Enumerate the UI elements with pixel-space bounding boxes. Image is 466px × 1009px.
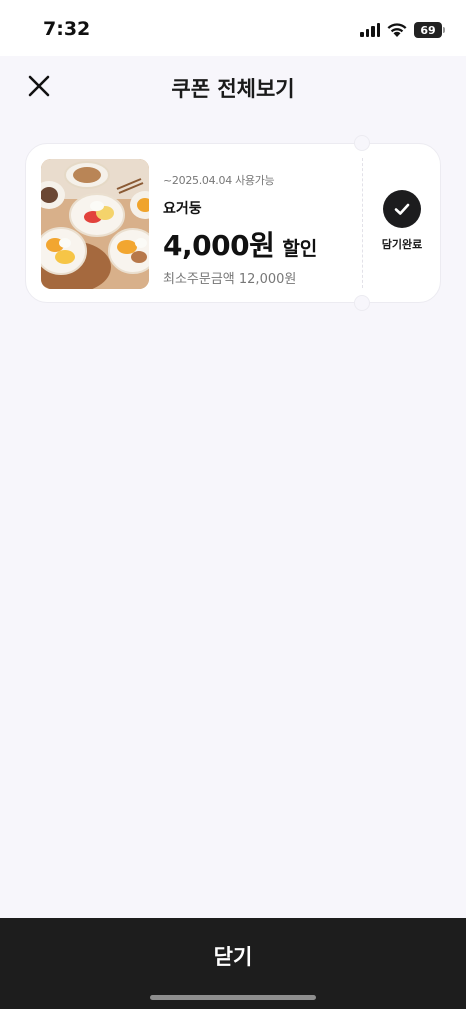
wifi-icon [387, 23, 407, 37]
page-title: 쿠폰 전체보기 [171, 77, 295, 101]
food-photo [41, 159, 149, 289]
close-bottom-button[interactable]: 닫기 [0, 918, 466, 1009]
coupon-min-order: 최소주문금액 12,000원 [163, 272, 297, 287]
coupon-info: ~2025.04.04 사용가능 요거둥 4,000원 할인 최소주문금액 12… [163, 172, 353, 287]
coupon-download-status[interactable]: 담기완료 [370, 144, 442, 304]
coupon-divider [362, 158, 363, 288]
coupon-notch-bottom [354, 295, 370, 311]
battery-icon: 69 [414, 22, 445, 38]
check-icon [383, 190, 421, 228]
coupon-discount: 4,000원 할인 [163, 224, 353, 264]
coupon-expiry: ~2025.04.04 사용가능 [163, 174, 275, 187]
coupon-discount-suffix: 할인 [282, 238, 318, 260]
coupon-store-name: 요거둥 [163, 201, 202, 217]
coupon-notch-top [354, 135, 370, 151]
status-icons: 69 [360, 19, 445, 41]
status-time: 7:32 [43, 18, 91, 40]
close-bottom-label: 닫기 [213, 945, 253, 969]
coupon-card: ~2025.04.04 사용가능 요거둥 4,000원 할인 최소주문금액 12… [25, 135, 442, 311]
coupon-discount-amount: 4,000원 [163, 229, 275, 262]
battery-level: 69 [420, 23, 436, 37]
signal-icon [360, 23, 380, 37]
header: 쿠폰 전체보기 [0, 56, 466, 116]
status-bar: 7:32 69 [0, 0, 466, 56]
coupon-status-label: 담기완료 [381, 238, 423, 251]
home-indicator [150, 995, 316, 1000]
